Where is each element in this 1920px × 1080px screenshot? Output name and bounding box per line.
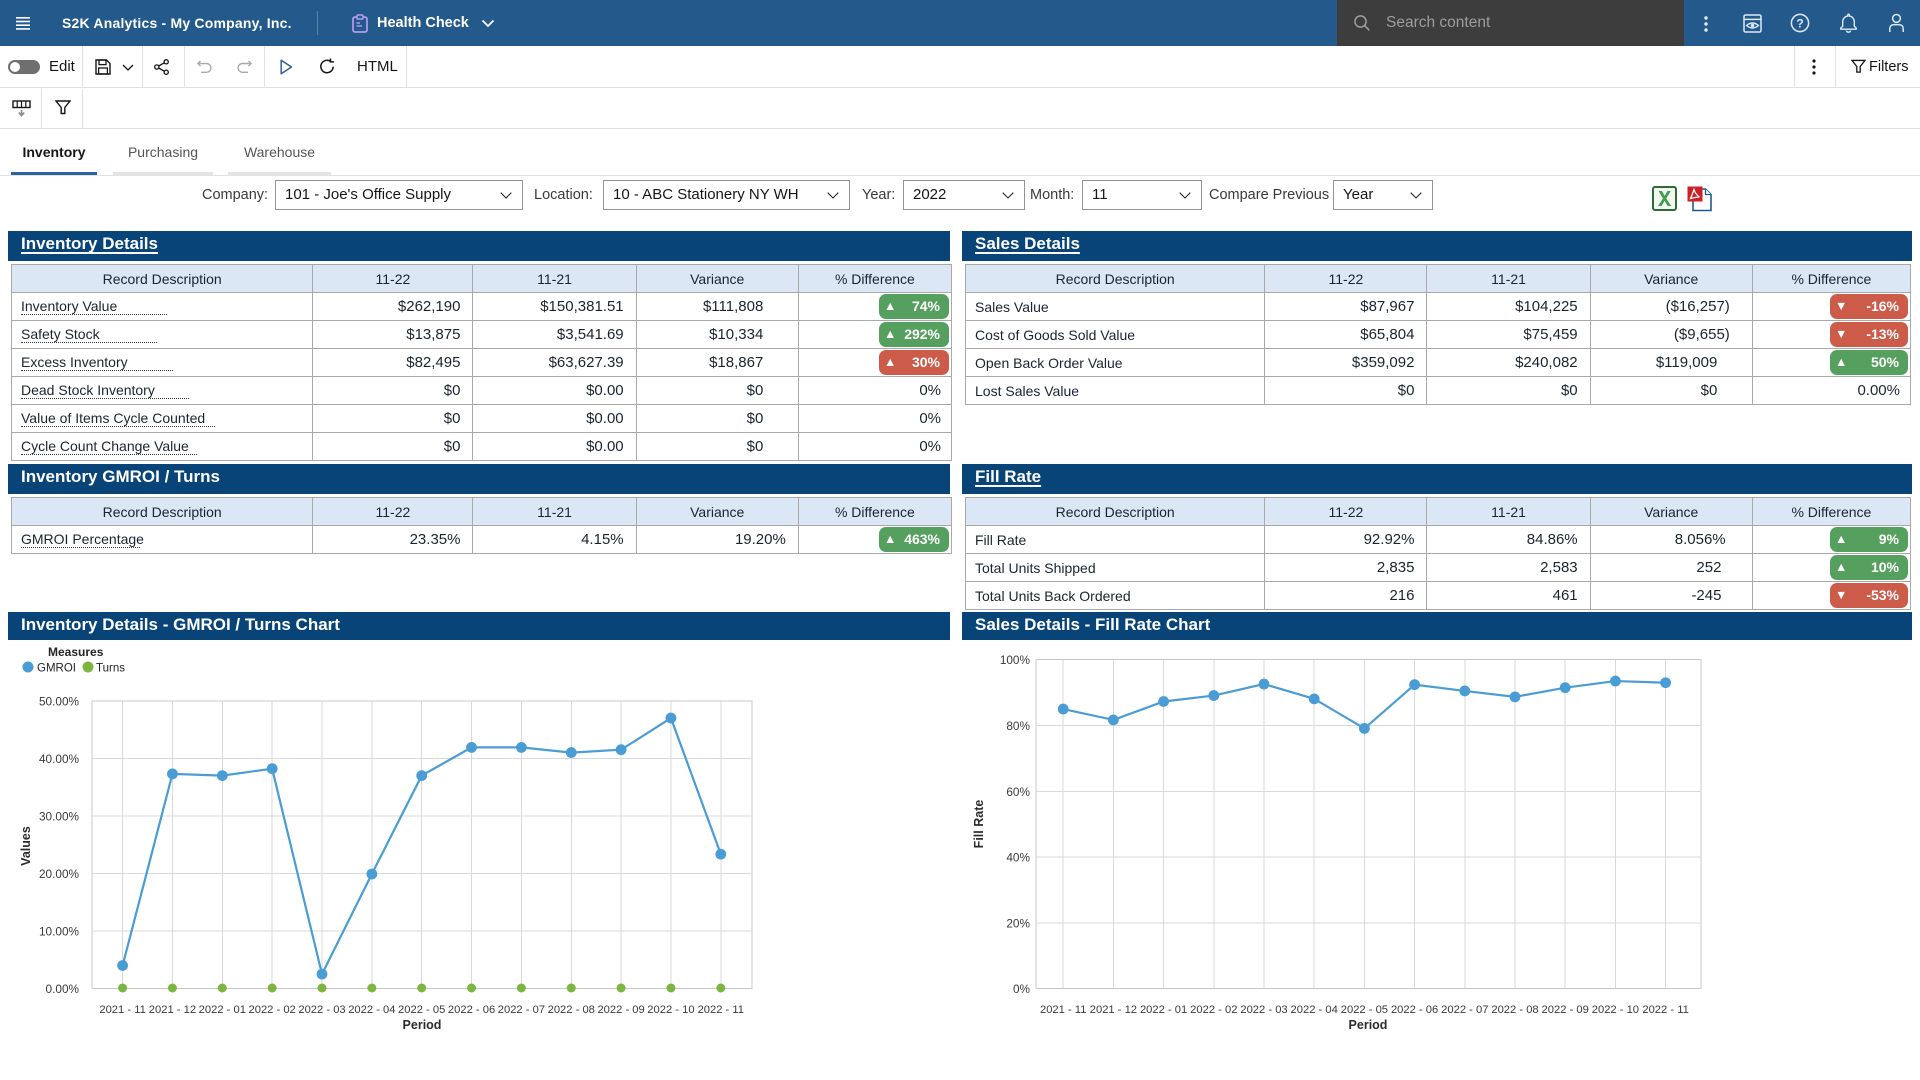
svg-text:2022 - 02: 2022 - 02 (1190, 1004, 1237, 1016)
svg-text:Values: Values (19, 826, 33, 866)
svg-text:2022 - 04: 2022 - 04 (1291, 1004, 1338, 1016)
svg-text:2021 - 12: 2021 - 12 (1090, 1004, 1137, 1016)
svg-text:60%: 60% (1006, 785, 1030, 799)
svg-text:2022 - 08: 2022 - 08 (1491, 1004, 1538, 1016)
svg-text:40%: 40% (1006, 851, 1030, 865)
svg-text:10.00%: 10.00% (39, 924, 80, 938)
svg-text:2022 - 10: 2022 - 10 (647, 1004, 694, 1016)
svg-text:2022 - 01: 2022 - 01 (1140, 1004, 1187, 1016)
svg-text:30.00%: 30.00% (39, 809, 80, 823)
svg-text:GMROI: GMROI (37, 663, 76, 675)
svg-text:2022 - 11: 2022 - 11 (1642, 1004, 1688, 1016)
svg-text:50.00%: 50.00% (39, 694, 80, 708)
svg-text:2022 - 08: 2022 - 08 (548, 1004, 595, 1016)
svg-text:Turns: Turns (96, 663, 125, 675)
svg-text:20.00%: 20.00% (39, 867, 80, 881)
svg-text:2022 - 09: 2022 - 09 (597, 1004, 644, 1016)
svg-text:2022 - 05: 2022 - 05 (1341, 1004, 1388, 1016)
svg-text:2022 - 02: 2022 - 02 (249, 1004, 296, 1016)
svg-text:40.00%: 40.00% (39, 752, 80, 766)
svg-text:2022 - 06: 2022 - 06 (1391, 1004, 1438, 1016)
svg-text:Period: Period (1349, 1018, 1388, 1032)
svg-text:2021 - 11: 2021 - 11 (99, 1004, 145, 1016)
svg-text:2022 - 07: 2022 - 07 (498, 1004, 545, 1016)
svg-text:0.00%: 0.00% (46, 982, 80, 996)
svg-text:80%: 80% (1006, 719, 1030, 733)
svg-text:2022 - 09: 2022 - 09 (1542, 1004, 1589, 1016)
svg-text:100%: 100% (1000, 653, 1031, 667)
svg-text:2021 - 12: 2021 - 12 (149, 1004, 196, 1016)
svg-text:2022 - 03: 2022 - 03 (1240, 1004, 1287, 1016)
svg-text:0%: 0% (1013, 982, 1031, 996)
svg-text:2022 - 07: 2022 - 07 (1441, 1004, 1488, 1016)
svg-text:2022 - 04: 2022 - 04 (348, 1004, 395, 1016)
svg-text:Fill Rate: Fill Rate (972, 800, 986, 849)
svg-text:2021 - 11: 2021 - 11 (1040, 1004, 1086, 1016)
svg-text:2022 - 05: 2022 - 05 (398, 1004, 445, 1016)
svg-text:2022 - 01: 2022 - 01 (199, 1004, 246, 1016)
svg-text:2022 - 11: 2022 - 11 (698, 1004, 744, 1016)
svg-text:Measures: Measures (48, 645, 104, 659)
svg-text:Period: Period (403, 1018, 442, 1032)
svg-text:20%: 20% (1006, 916, 1030, 930)
svg-text:2022 - 03: 2022 - 03 (298, 1004, 345, 1016)
svg-text:2022 - 06: 2022 - 06 (448, 1004, 495, 1016)
svg-text:?: ? (1796, 16, 1803, 30)
svg-text:2022 - 10: 2022 - 10 (1592, 1004, 1639, 1016)
